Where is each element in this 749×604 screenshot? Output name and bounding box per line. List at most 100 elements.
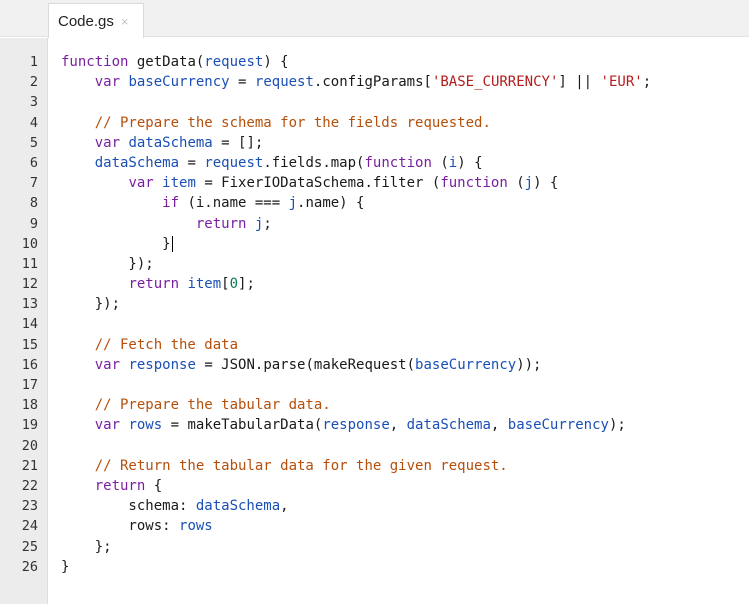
code-line[interactable]: 12 return item[0]; (0, 274, 749, 294)
code-line[interactable]: 11 }); (0, 254, 749, 274)
line-number: 7 (29, 175, 38, 192)
code-token: i (448, 154, 458, 171)
code-line[interactable]: 15 // Fetch the data (0, 335, 749, 355)
code-token: } (61, 558, 70, 575)
code-token: ); (608, 417, 626, 434)
line-number: 17 (21, 377, 38, 393)
code-token: function (364, 154, 432, 171)
line-number: 2 (29, 74, 38, 91)
code-token: response (322, 417, 390, 434)
code-text: // Return the tabular data for the given… (61, 456, 508, 476)
code-text: dataSchema = request.fields.map(function… (61, 153, 483, 173)
code-text: function getData(request) { (61, 52, 289, 72)
code-text: var baseCurrency = request.configParams[… (61, 72, 651, 92)
code-line[interactable]: 9 return j; (0, 214, 749, 234)
line-number: 23 (21, 498, 38, 515)
code-token: dataSchema (94, 154, 180, 171)
code-text: // Fetch the data (61, 335, 238, 355)
code-token: baseCurrency (507, 417, 609, 434)
code-token: .fields.map( (263, 154, 365, 171)
code-token: var (94, 417, 121, 434)
code-token: rows (128, 417, 163, 434)
code-line[interactable]: 5 var dataSchema = []; (0, 133, 749, 153)
code-line[interactable]: 23 schema: dataSchema, (0, 496, 749, 516)
code-token: var (94, 356, 121, 373)
code-token: = JSON.parse(makeRequest( (195, 356, 416, 373)
code-token: var (128, 175, 154, 192)
line-number: 13 (21, 296, 38, 313)
code-text: schema: dataSchema, (61, 496, 288, 516)
code-line[interactable]: 3 (0, 92, 749, 112)
code-line[interactable]: 1 function getData(request) { (0, 52, 749, 72)
code-line[interactable]: 13 }); (0, 294, 749, 314)
code-text: var dataSchema = []; (61, 133, 264, 153)
code-token: ] || (558, 74, 601, 91)
code-token: } (61, 235, 171, 252)
line-number: 4 (29, 114, 38, 131)
code-token: ) { (457, 154, 483, 171)
code-token: = (179, 154, 205, 171)
code-text: // Prepare the tabular data. (61, 395, 331, 415)
code-line[interactable]: 26} (0, 557, 749, 577)
line-number: 19 (21, 417, 38, 434)
tab-code-gs[interactable]: Code.gs × (48, 3, 144, 38)
code-line[interactable]: 20 (0, 436, 749, 456)
code-line[interactable]: 21 // Return the tabular data for the gi… (0, 456, 749, 476)
code-line[interactable]: 24 rows: rows (0, 516, 749, 536)
code-token: }); (61, 255, 154, 272)
line-number: 24 (21, 518, 38, 535)
code-line[interactable]: 14 (0, 314, 749, 334)
code-token: response (128, 356, 196, 373)
code-token: var (94, 74, 121, 91)
code-token: dataSchema (128, 134, 213, 151)
code-line[interactable]: 2 var baseCurrency = request.configParam… (0, 72, 749, 92)
code-token: dataSchema (406, 417, 491, 434)
code-line[interactable]: 19 var rows = makeTabularData(response, … (0, 415, 749, 435)
code-line[interactable]: 10 } (0, 234, 749, 254)
code-text: var item = FixerIODataSchema.filter (fun… (61, 173, 558, 193)
code-editor[interactable]: 1 function getData(request) {2 var baseCu… (0, 52, 749, 577)
line-number: 3 (29, 94, 38, 111)
code-line[interactable]: 6 dataSchema = request.fields.map(functi… (0, 153, 749, 173)
tab-bar: Code.gs × (0, 0, 749, 38)
line-number: 26 (21, 558, 38, 575)
close-icon[interactable]: × (121, 14, 129, 29)
code-token: ; (263, 215, 272, 232)
code-token: = (229, 74, 255, 91)
code-token: }); (61, 296, 121, 313)
code-line[interactable]: 16 var response = JSON.parse(makeRequest… (0, 355, 749, 375)
code-token: return (195, 215, 247, 232)
code-line[interactable]: 8 if (i.name === j.name) { (0, 193, 749, 213)
code-line[interactable]: 22 return { (0, 476, 749, 496)
code-token: if (162, 195, 180, 212)
code-line[interactable]: 18 // Prepare the tabular data. (0, 395, 749, 415)
code-token: , (490, 417, 508, 434)
code-text: if (i.name === j.name) { (61, 193, 364, 213)
code-line[interactable]: 4 // Prepare the schema for the fields r… (0, 113, 749, 133)
code-token: return (94, 477, 146, 494)
code-line[interactable]: 25 }; (0, 537, 749, 557)
code-text: // Prepare the schema for the fields req… (61, 113, 491, 133)
code-token: function (440, 175, 508, 192)
code-token: ; (642, 74, 652, 91)
code-token: ) { (533, 175, 559, 192)
line-number: 8 (29, 195, 38, 212)
code-text: } (61, 557, 69, 577)
code-line[interactable]: 17 (0, 375, 749, 395)
code-token: function (61, 54, 129, 70)
code-text: var rows = makeTabularData(response, dat… (61, 415, 626, 435)
text-cursor (171, 235, 173, 252)
line-number: 18 (21, 397, 38, 414)
code-token: rows (179, 518, 213, 535)
code-token: 0 (229, 276, 239, 293)
code-line[interactable]: 7 var item = FixerIODataSchema.filter (f… (0, 173, 749, 193)
code-token: ]; (238, 276, 255, 293)
